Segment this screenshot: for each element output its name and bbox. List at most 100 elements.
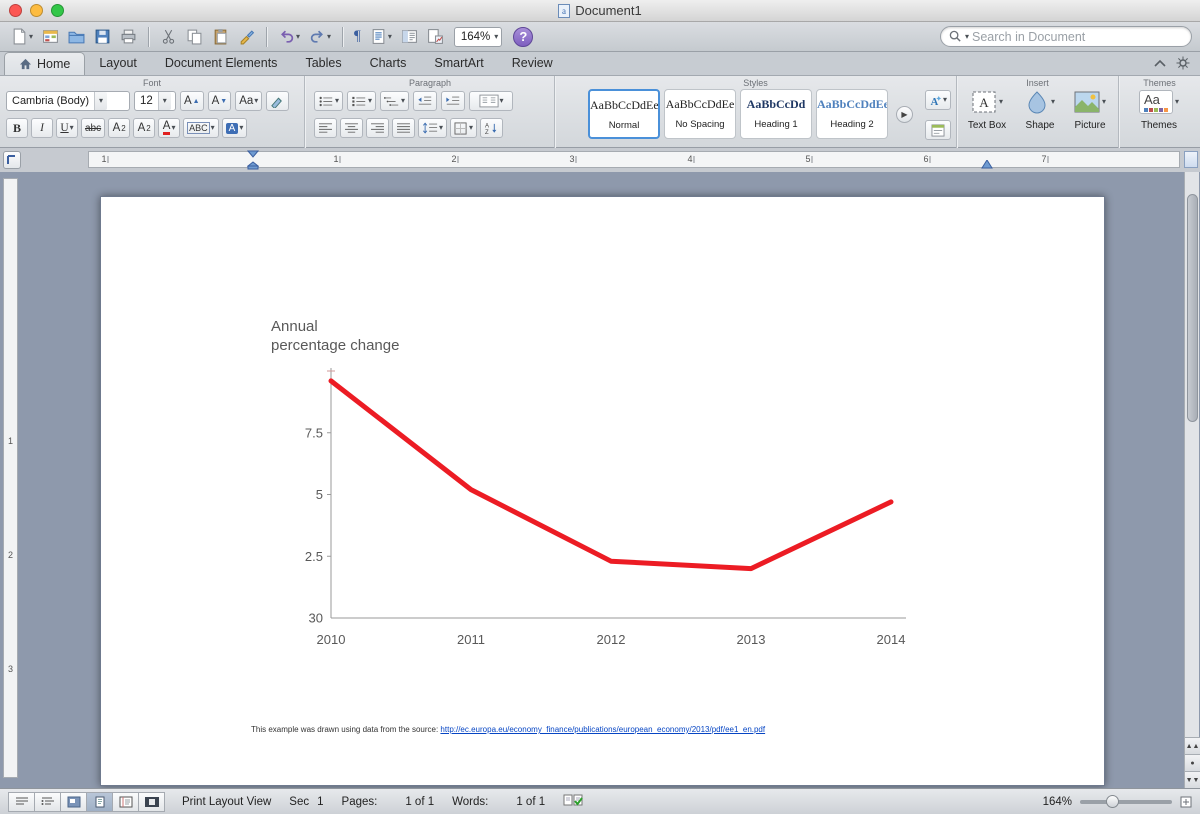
change-case-button[interactable]: Aa▾ <box>235 91 262 111</box>
print-layout-view-button[interactable] <box>86 792 113 812</box>
justify-button[interactable] <box>392 118 415 138</box>
superscript-base: A <box>113 122 121 134</box>
tab-stop-selector[interactable] <box>3 151 21 169</box>
vertical-scrollbar[interactable]: ▲▲ ● ▼▼ <box>1184 172 1199 788</box>
themes-button[interactable]: Aa ▾ Themes <box>1133 88 1185 131</box>
print-button[interactable] <box>117 25 140 49</box>
outline-view-button[interactable] <box>34 792 61 812</box>
collapse-ribbon-button[interactable] <box>1154 59 1166 67</box>
superscript-button[interactable]: A2 <box>108 118 130 138</box>
clear-formatting-button[interactable] <box>266 91 289 111</box>
grow-font-button[interactable]: A▲ <box>180 91 204 111</box>
fit-page-icon[interactable] <box>1180 796 1192 808</box>
align-left-button[interactable] <box>314 118 337 138</box>
focus-view-button[interactable] <box>138 792 165 812</box>
multilevel-list-button[interactable]: ▾ <box>380 91 409 111</box>
tab-document-elements[interactable]: Document Elements <box>151 52 292 75</box>
tab-tables[interactable]: Tables <box>291 52 355 75</box>
media-browser-button[interactable] <box>424 25 447 49</box>
gallery-toggle-button[interactable] <box>39 25 62 49</box>
numbering-button[interactable]: ▾ <box>347 91 376 111</box>
align-center-button[interactable] <box>340 118 363 138</box>
tab-home[interactable]: Home <box>4 52 85 75</box>
sort-button[interactable]: AZ <box>480 118 503 138</box>
zoom-slider[interactable] <box>1080 800 1172 804</box>
search-input[interactable] <box>972 30 1183 44</box>
open-button[interactable] <box>65 25 88 49</box>
navigation-pane-button[interactable] <box>398 25 421 49</box>
right-indent-marker[interactable] <box>981 160 993 170</box>
chart-x-tick-label: 2014 <box>877 632 906 647</box>
draft-view-button[interactable] <box>8 792 35 812</box>
zoom-slider-thumb[interactable] <box>1106 795 1119 808</box>
tab-layout[interactable]: Layout <box>85 52 151 75</box>
undo-button[interactable]: ▾ <box>275 25 303 49</box>
text-highlight-button[interactable]: A▾ <box>222 118 248 138</box>
font-size-combobox[interactable]: 12 ▾ <box>134 91 176 111</box>
decrease-indent-button[interactable] <box>413 91 437 111</box>
insert-shape-button[interactable]: ▾ Shape <box>1017 88 1063 131</box>
cut-button[interactable] <box>157 25 180 49</box>
help-button[interactable]: ? <box>513 27 533 47</box>
zoom-window-button[interactable] <box>51 4 64 17</box>
borders-button[interactable]: ▾ <box>450 118 477 138</box>
style-chip-no-spacing[interactable]: AaBbCcDdEe No Spacing <box>664 89 736 139</box>
tab-review[interactable]: Review <box>498 52 567 75</box>
text-effects-button[interactable]: A▾ <box>925 90 951 110</box>
more-styles-button[interactable]: ▶ <box>896 106 913 123</box>
ruler-toggle-button[interactable] <box>1184 151 1198 168</box>
redo-button[interactable]: ▾ <box>306 25 334 49</box>
format-painter-button[interactable] <box>235 25 258 49</box>
paste-button[interactable] <box>209 25 232 49</box>
select-browse-object-button[interactable]: ● <box>1185 754 1200 771</box>
new-document-button[interactable]: ▾ <box>8 25 36 49</box>
style-chip-heading1[interactable]: AaBbCcDd Heading 1 <box>740 89 812 139</box>
insert-picture-button[interactable]: ▾ Picture <box>1065 88 1115 131</box>
shrink-font-button[interactable]: A▼ <box>208 91 232 111</box>
subscript-button[interactable]: A2 <box>133 118 155 138</box>
publishing-view-button[interactable] <box>60 792 87 812</box>
font-name-combobox[interactable]: Cambria (Body) ▾ <box>6 91 130 111</box>
strikethrough-button[interactable]: abc <box>81 118 105 138</box>
scrollbar-thumb[interactable] <box>1187 194 1198 422</box>
zoom-combobox[interactable]: 164% ▾ <box>454 27 502 47</box>
bold-button[interactable]: B <box>6 118 28 138</box>
copy-button[interactable] <box>183 25 206 49</box>
styles-pane-button[interactable] <box>925 120 951 140</box>
line-spacing-button[interactable]: ▾ <box>418 118 447 138</box>
indent-marker[interactable] <box>247 150 259 170</box>
show-formatting-marks-button[interactable]: ¶ <box>351 25 364 49</box>
bullets-button[interactable]: ▾ <box>314 91 343 111</box>
document-chart[interactable]: 7.552.53020102011201220132014 <box>281 360 941 660</box>
footnote-link[interactable]: http://ec.europa.eu/economy_finance/publ… <box>440 725 765 734</box>
insert-text-box-button[interactable]: A ▾ Text Box <box>961 88 1013 131</box>
tab-smartart[interactable]: SmartArt <box>420 52 497 75</box>
words-label[interactable]: Words: <box>452 796 488 808</box>
previous-page-button[interactable]: ▲▲ <box>1185 737 1200 754</box>
spellcheck-button[interactable] <box>563 793 583 810</box>
style-chip-heading2[interactable]: AaBbCcDdEe Heading 2 <box>816 89 888 139</box>
save-button[interactable] <box>91 25 114 49</box>
underline-button[interactable]: U▾ <box>56 118 78 138</box>
gear-icon[interactable] <box>1176 56 1190 70</box>
document-page[interactable]: Annual percentage change 7.552.530201020… <box>100 196 1105 786</box>
character-border-button[interactable]: ABC▾ <box>183 118 219 138</box>
chart-title-line2: percentage change <box>271 336 399 355</box>
style-chip-normal[interactable]: AaBbCcDdEe Normal <box>588 89 660 139</box>
search-field[interactable]: ▾ <box>940 26 1192 47</box>
next-page-button[interactable]: ▼▼ <box>1185 771 1200 788</box>
navigation-pane-icon <box>401 28 418 45</box>
minimize-window-button[interactable] <box>30 4 43 17</box>
tab-charts[interactable]: Charts <box>356 52 421 75</box>
align-right-button[interactable] <box>366 118 389 138</box>
view-switcher <box>8 792 164 812</box>
document-layout-button[interactable]: ▾ <box>367 25 395 49</box>
font-color-button[interactable]: A▾ <box>158 118 180 138</box>
columns-button[interactable]: ▾ <box>469 91 513 111</box>
pages-label[interactable]: Pages: <box>342 796 378 808</box>
close-window-button[interactable] <box>9 4 22 17</box>
notebook-view-button[interactable] <box>112 792 139 812</box>
ruler-number: 3 <box>569 154 576 164</box>
increase-indent-button[interactable] <box>441 91 465 111</box>
italic-button[interactable]: I <box>31 118 53 138</box>
